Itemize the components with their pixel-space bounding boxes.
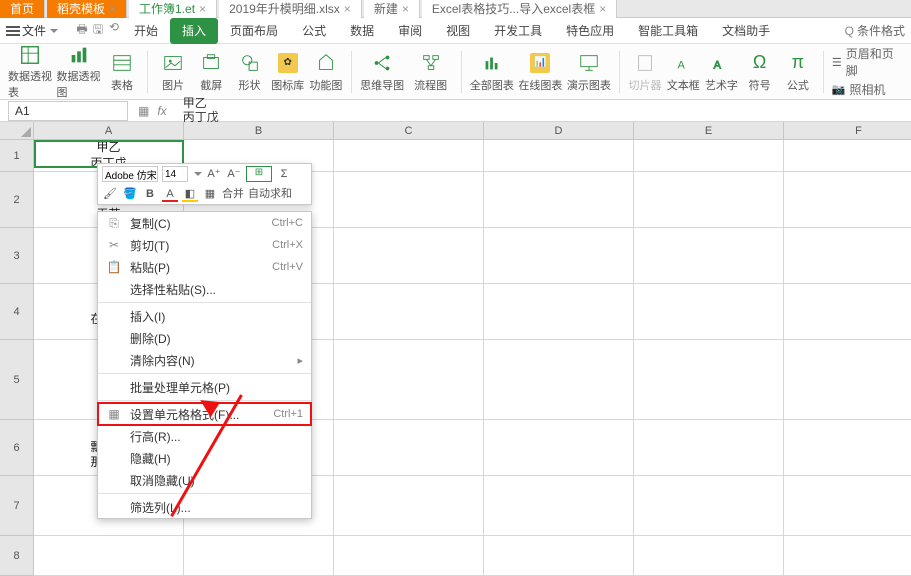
ribbon-headerfooter[interactable]: ☰ 页眉和页脚	[832, 45, 895, 79]
ribbon-slidechart[interactable]: 演示图表	[567, 47, 611, 97]
context-menu-item[interactable]: 取消隐藏(U)	[98, 469, 311, 491]
row-header[interactable]: 4	[0, 284, 34, 340]
col-header[interactable]: A	[34, 122, 184, 140]
ribbon-effect[interactable]: 功能图	[309, 47, 343, 97]
svg-text:A: A	[714, 59, 722, 71]
mini-fillcolor[interactable]: ◧	[182, 186, 198, 202]
name-box[interactable]: A1	[8, 101, 128, 121]
row-header[interactable]: 2	[0, 172, 34, 228]
row-header[interactable]: 8	[0, 536, 34, 576]
ribbon-pivotchart[interactable]: 数据透视图	[56, 47, 100, 97]
ribbon-onlinechart[interactable]: 📊在线图表	[518, 47, 562, 97]
tab-layout[interactable]: 页面布局	[218, 18, 290, 44]
context-menu-item[interactable]: 插入(I)	[98, 305, 311, 327]
mini-autosum-label[interactable]: 自动求和	[248, 186, 292, 202]
mini-toolbar: A⁺ A⁻ ⊞ Σ 🖌 🪣 B A ◧ ▦ 合并 自动求和	[97, 163, 312, 205]
col-header[interactable]: D	[484, 122, 634, 140]
ribbon-equation[interactable]: π公式	[781, 47, 815, 97]
file-tab[interactable]: 稻壳模板×	[47, 0, 127, 18]
ribbon-flowchart[interactable]: 流程图	[408, 47, 452, 97]
context-menu-item[interactable]: 批量处理单元格(P)	[98, 376, 311, 398]
ribbon-slicer[interactable]: 切片器	[628, 47, 662, 97]
ribbon-table[interactable]: 表格	[105, 47, 139, 97]
row-header[interactable]: 6	[0, 420, 34, 476]
col-header[interactable]: C	[334, 122, 484, 140]
row-headers: 1 2 3 4 5 6 7 8	[0, 140, 34, 576]
mini-fontcolor[interactable]: A	[162, 186, 178, 202]
file-tab[interactable]: 2019年升模明细.xlsx×	[219, 0, 362, 18]
ribbon-symbol[interactable]: Ω符号	[743, 47, 777, 97]
tab-smart[interactable]: 智能工具箱	[626, 18, 710, 44]
context-menu-item[interactable]: ✂剪切(T)Ctrl+X	[98, 234, 311, 256]
svg-text:A: A	[678, 59, 686, 71]
row-header[interactable]: 3	[0, 228, 34, 284]
context-menu-item[interactable]: 清除内容(N)▸	[98, 349, 311, 371]
file-tab[interactable]: 工作簿1.et×	[129, 0, 217, 18]
tab-start[interactable]: 开始	[122, 18, 170, 44]
ribbon-shape[interactable]: 形状	[232, 47, 266, 97]
col-header[interactable]: B	[184, 122, 334, 140]
row-header[interactable]: 7	[0, 476, 34, 536]
ribbon-pivottable[interactable]: 数据透视表	[8, 47, 52, 97]
tab-data[interactable]: 数据	[338, 18, 386, 44]
file-tab[interactable]: 新建×	[364, 0, 420, 18]
ribbon-mindmap[interactable]: 思维导图	[360, 47, 404, 97]
tab-view[interactable]: 视图	[434, 18, 482, 44]
tab-doc[interactable]: 文档助手	[710, 18, 782, 44]
col-header[interactable]: F	[784, 122, 911, 140]
formula-bar: A1 ▦ fx 甲乙 丙丁戊	[0, 100, 911, 122]
tab-review[interactable]: 审阅	[386, 18, 434, 44]
tab-dev[interactable]: 开发工具	[482, 18, 554, 44]
ribbon-iconlib[interactable]: ✿图标库	[271, 47, 305, 97]
mini-increase-font[interactable]: A⁺	[206, 166, 222, 182]
ribbon-image[interactable]: 图片	[156, 47, 190, 97]
tab-formula[interactable]: 公式	[290, 18, 338, 44]
ribbon-wordart[interactable]: A艺术字	[704, 47, 738, 97]
context-menu-item[interactable]: 行高(R)...	[98, 425, 311, 447]
file-menu[interactable]: 文件	[0, 22, 68, 39]
context-menu-item[interactable]: 选择性粘贴(S)...	[98, 278, 311, 300]
mini-decrease-font[interactable]: A⁻	[226, 166, 242, 182]
mini-merge-icon[interactable]: ⊞	[246, 166, 272, 182]
fx-icon[interactable]: fx	[157, 104, 166, 118]
context-menu: ⎘复制(C)Ctrl+C✂剪切(T)Ctrl+X📋粘贴(P)Ctrl+V选择性粘…	[97, 211, 312, 519]
mini-bold[interactable]: B	[142, 186, 158, 202]
context-menu-item[interactable]: 筛选列(L)...	[98, 496, 311, 518]
tab-insert[interactable]: 插入	[170, 18, 218, 44]
context-menu-item[interactable]: 📋粘贴(P)Ctrl+V	[98, 256, 311, 278]
conditional-format-link[interactable]: Q条件格式	[839, 20, 911, 42]
file-tab[interactable]: 首页	[0, 0, 45, 18]
mini-merge-label[interactable]: 合并	[222, 186, 244, 202]
menu-bar: 文件 🖶 🖫 ⟲ 开始 插入 页面布局 公式 数据 审阅 视图 开发工具 特色应…	[0, 18, 911, 44]
mini-autosum[interactable]: Σ	[276, 166, 292, 182]
mini-paintbrush-icon[interactable]: 🖌	[102, 186, 118, 202]
file-tab-bar: 首页 稻壳模板× 工作簿1.et× 2019年升模明细.xlsx× 新建× Ex…	[0, 0, 911, 18]
mini-fill-icon[interactable]: 🪣	[122, 186, 138, 202]
menu-tabs: 开始 插入 页面布局 公式 数据 审阅 视图 开发工具 特色应用 智能工具箱 文…	[122, 18, 782, 44]
file-tab[interactable]: Excel表格技巧...导入excel表框×	[422, 0, 617, 18]
mini-font-select[interactable]	[102, 166, 158, 182]
row-header[interactable]: 1	[0, 140, 34, 172]
column-headers: A B C D E F	[34, 122, 911, 140]
col-header[interactable]: E	[634, 122, 784, 140]
mini-size-select[interactable]	[162, 166, 188, 182]
row-header[interactable]: 5	[0, 340, 34, 420]
formula-value[interactable]: 甲乙 丙丁戊	[183, 97, 219, 123]
tab-special[interactable]: 特色应用	[554, 18, 626, 44]
ribbon-screenshot[interactable]: 截屏	[194, 47, 228, 97]
context-menu-item[interactable]: 隐藏(H)	[98, 447, 311, 469]
ribbon-textbox[interactable]: A文本框	[666, 47, 700, 97]
select-all-corner[interactable]	[0, 122, 34, 140]
mini-border-icon[interactable]: ▦	[202, 186, 218, 202]
ribbon-allchart[interactable]: 全部图表	[470, 47, 514, 97]
context-menu-item[interactable]: ▦设置单元格格式(F)...Ctrl+1	[98, 403, 311, 425]
sheet-icon[interactable]: ▦	[138, 104, 149, 118]
ribbon: 数据透视表 数据透视图 表格 图片 截屏 形状 ✿图标库 功能图 思维导图 流程…	[0, 44, 911, 100]
context-menu-item[interactable]: 删除(D)	[98, 327, 311, 349]
ribbon-camera[interactable]: 📷 照相机	[832, 81, 886, 98]
context-menu-item[interactable]: ⎘复制(C)Ctrl+C	[98, 212, 311, 234]
